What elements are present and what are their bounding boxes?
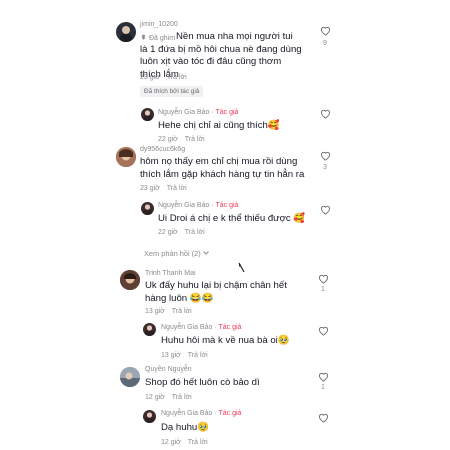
reply-username: Nguyễn Gia Bảo · Tác giả [161,324,242,331]
heart-outline-icon[interactable] [318,274,329,284]
comment-time: 23 giờ [140,185,160,192]
comment-meta: 23 giờ Trả lời [140,74,187,81]
author-tag: Tác giả [215,202,239,209]
reply-button[interactable]: Trả lời [167,74,187,81]
reply-time: 12 giờ [161,439,181,446]
comment-meta: 12 giờ Trả lời [145,394,192,401]
chevron-down-icon [202,251,209,255]
reply-button[interactable]: Trả lời [188,439,208,446]
reply-time: 22 giờ [158,136,178,143]
comment-username[interactable]: Trinh Thanh Mai [145,270,196,277]
like-count: 1 [321,384,325,391]
comment-time: 23 giờ [140,74,160,81]
reply-username: Nguyễn Gia Bảo · Tác giả [161,410,242,417]
heart-outline-icon[interactable] [320,109,331,119]
heart-outline-icon[interactable] [318,372,329,382]
like-count: 9 [323,40,327,47]
reply-username: Nguyễn Gia Bảo · Tác giả [158,202,239,209]
reply-button[interactable]: Trả lời [172,308,192,315]
reply-meta: 12 giờ Trả lời [161,439,208,446]
comment-username[interactable]: Quyền Nguyễn [145,366,192,373]
comment-meta: 23 giờ Trả lời [140,185,187,192]
comment-text: Shop đó hết luôn cò bảo dì [145,377,260,388]
reply-button[interactable]: Trả lời [172,394,192,401]
reply-button[interactable]: Trả lời [185,229,205,236]
comment-text: Uk đấy huhu lại bị chậm chân hết hàng lu… [145,280,287,304]
reply-time: 13 giờ [161,352,181,359]
avatar[interactable] [116,147,136,167]
avatar[interactable] [116,22,136,42]
mouse-cursor-icon [238,262,245,273]
comment-username[interactable]: jimin_10200 [140,21,178,28]
heart-outline-icon[interactable] [320,151,331,161]
comment-text: hôm nọ thấy em chỉ chị mua rồi dùng thíc… [140,156,305,180]
avatar[interactable] [141,202,154,215]
like-count: 3 [323,164,327,171]
reply-text: Hehe chị chỉ ai cũng thích🥰 [158,120,280,131]
reply-text: Dạ huhu🥹 [161,422,210,433]
author-tag: Tác giả [215,109,239,116]
avatar[interactable] [143,410,156,423]
reply-button[interactable]: Trả lời [167,185,187,192]
comment-time: 13 giờ [145,308,165,315]
comment-time: 12 giờ [145,394,165,401]
like-count: 1 [321,286,325,293]
heart-outline-icon[interactable] [318,326,329,336]
reply-text: Huhu hôi mà k về nua bà oi🥹 [161,335,290,346]
reply-button[interactable]: Trả lời [185,136,205,143]
author-tag: Tác giả [218,324,242,331]
avatar[interactable] [120,367,140,387]
reply-time: 22 giờ [158,229,178,236]
reply-username: Nguyễn Gia Bảo · Tác giả [158,109,239,116]
comment-username[interactable]: dy956cuc6k6g [140,146,185,153]
reply-meta: 22 giờ Trả lời [158,136,205,143]
author-tag: Tác giả [218,410,242,417]
avatar[interactable] [141,108,154,121]
reply-button[interactable]: Trả lời [188,352,208,359]
heart-outline-icon[interactable] [320,26,331,36]
reply-text: Ui Droi á chị e k thể thiếu được 🥰 [158,213,306,224]
heart-outline-icon[interactable] [320,205,331,215]
view-more-replies-button[interactable]: Xem phản hồi (2) [144,249,209,258]
comment-meta: 13 giờ Trả lời [145,308,192,315]
liked-by-author-badge: Đã thích bởi tác giả [140,86,204,97]
heart-outline-icon[interactable] [318,413,329,423]
reply-meta: 13 giờ Trả lời [161,352,208,359]
reply-meta: 22 giờ Trả lời [158,229,205,236]
avatar[interactable] [143,323,156,336]
avatar[interactable] [120,270,140,290]
comment-panel: jimin_10200 Đã ghim Nền mua nha mọi ngườ… [108,0,344,450]
